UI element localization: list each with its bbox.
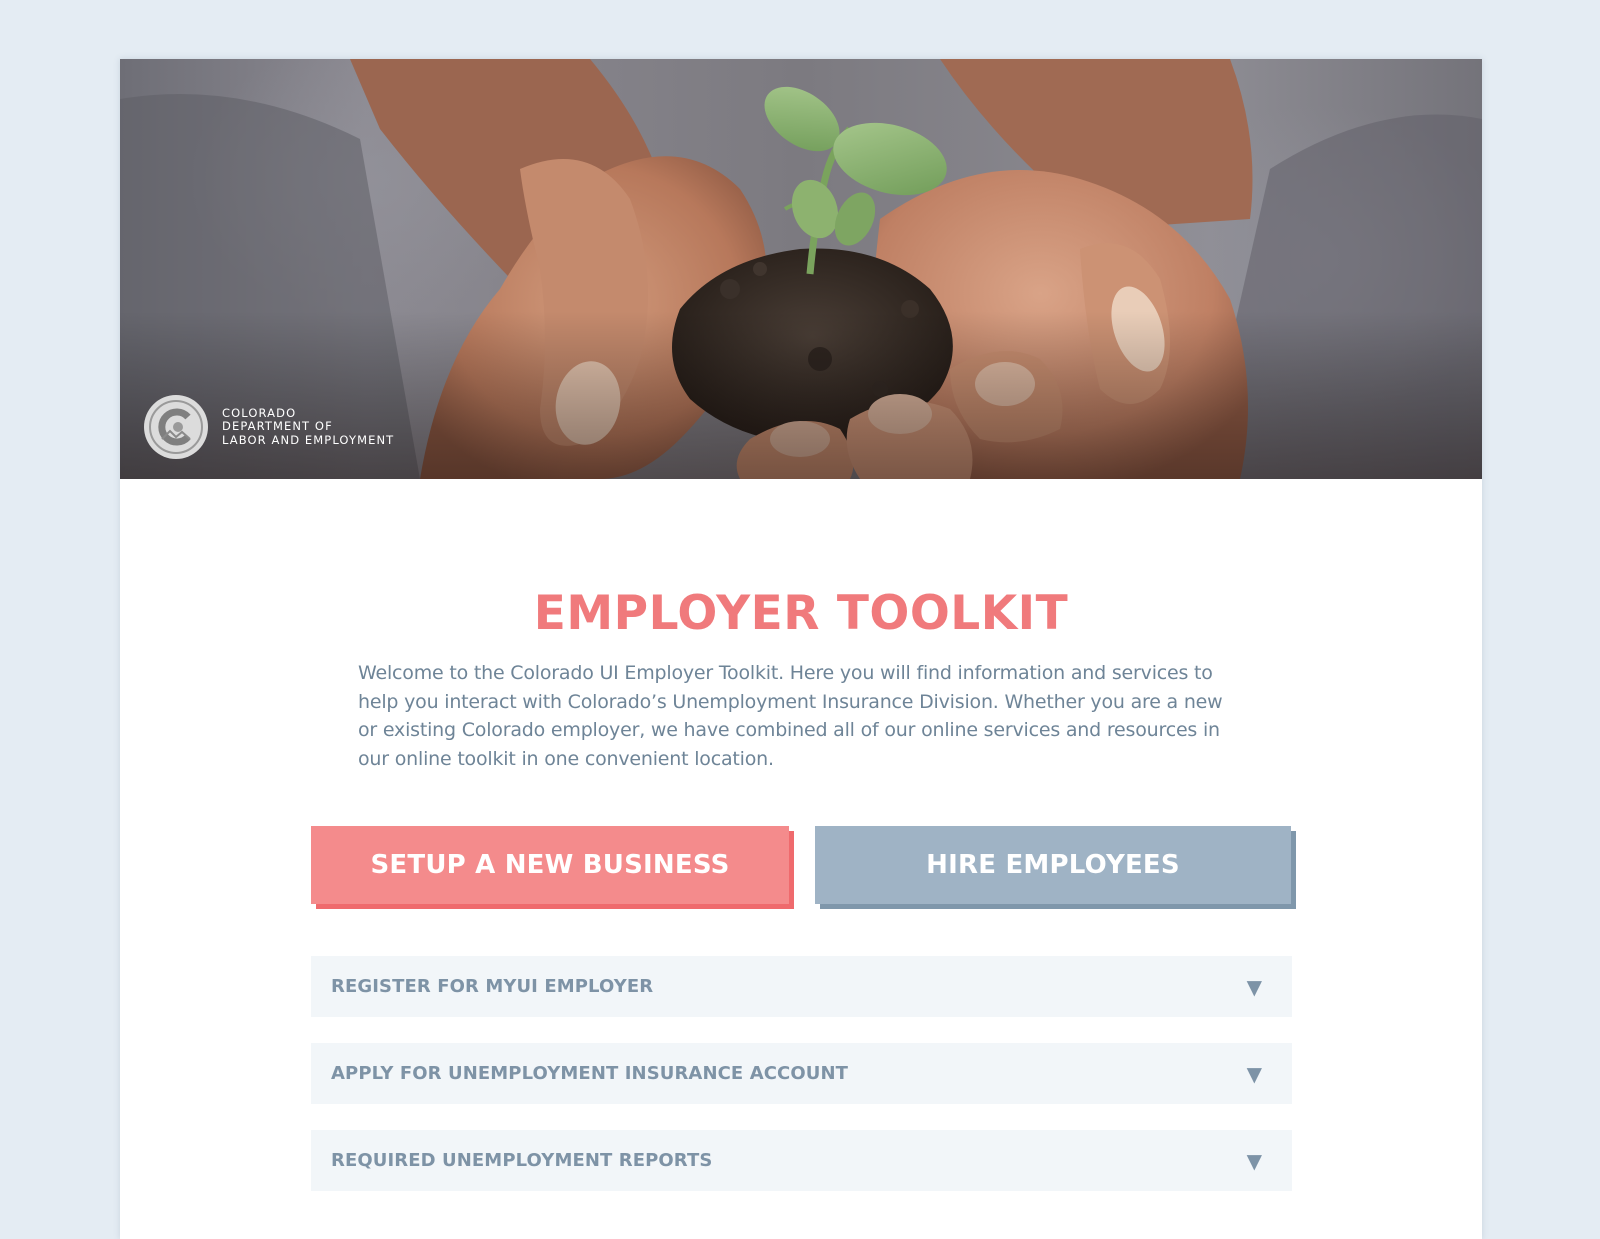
accordion-label: REQUIRED UNEMPLOYMENT REPORTS [331,1150,713,1171]
colorado-seal-icon [144,395,208,459]
triangle-down-icon[interactable]: ▼ [1247,1149,1262,1173]
content-card: COLORADO DEPARTMENT OF LABOR AND EMPLOYM… [120,59,1482,1239]
intro-line-3: or existing Colorado employer, we have c… [358,719,1220,741]
triangle-down-icon[interactable]: ▼ [1247,1062,1262,1086]
page-title: EMPLOYER TOOLKIT [533,586,1069,641]
triangle-down-icon[interactable]: ▼ [1247,975,1262,999]
logo-text-line-2: DEPARTMENT OF [222,419,333,434]
logo-text-line-3: LABOR AND EMPLOYMENT [222,432,395,447]
intro-paragraph: Welcome to the Colorado UI Employer Tool… [358,659,1258,773]
accordion-register-myui-employer[interactable]: REGISTER FOR MYUI EMPLOYER ▼ [311,956,1292,1017]
intro-line-1: Welcome to the Colorado UI Employer Tool… [358,662,1213,684]
setup-new-business-button[interactable]: SETUP A NEW BUSINESS [311,826,789,904]
hire-employees-button[interactable]: HIRE EMPLOYEES [815,826,1291,904]
cdle-logo: COLORADO DEPARTMENT OF LABOR AND EMPLOYM… [144,395,394,459]
accordion-label: APPLY FOR UNEMPLOYMENT INSURANCE ACCOUNT [331,1063,849,1084]
accordion-apply-ui-account[interactable]: APPLY FOR UNEMPLOYMENT INSURANCE ACCOUNT… [311,1043,1292,1104]
accordion-label: REGISTER FOR MYUI EMPLOYER [331,976,654,997]
accordion-required-reports[interactable]: REQUIRED UNEMPLOYMENT REPORTS ▼ [311,1130,1292,1191]
intro-line-4: our online toolkit in one convenient loc… [358,747,774,770]
hero-banner: COLORADO DEPARTMENT OF LABOR AND EMPLOYM… [120,59,1482,479]
logo-text-line-1: COLORADO [222,405,297,420]
intro-line-2: help you interact with Colorado’s Unempl… [358,690,1223,713]
